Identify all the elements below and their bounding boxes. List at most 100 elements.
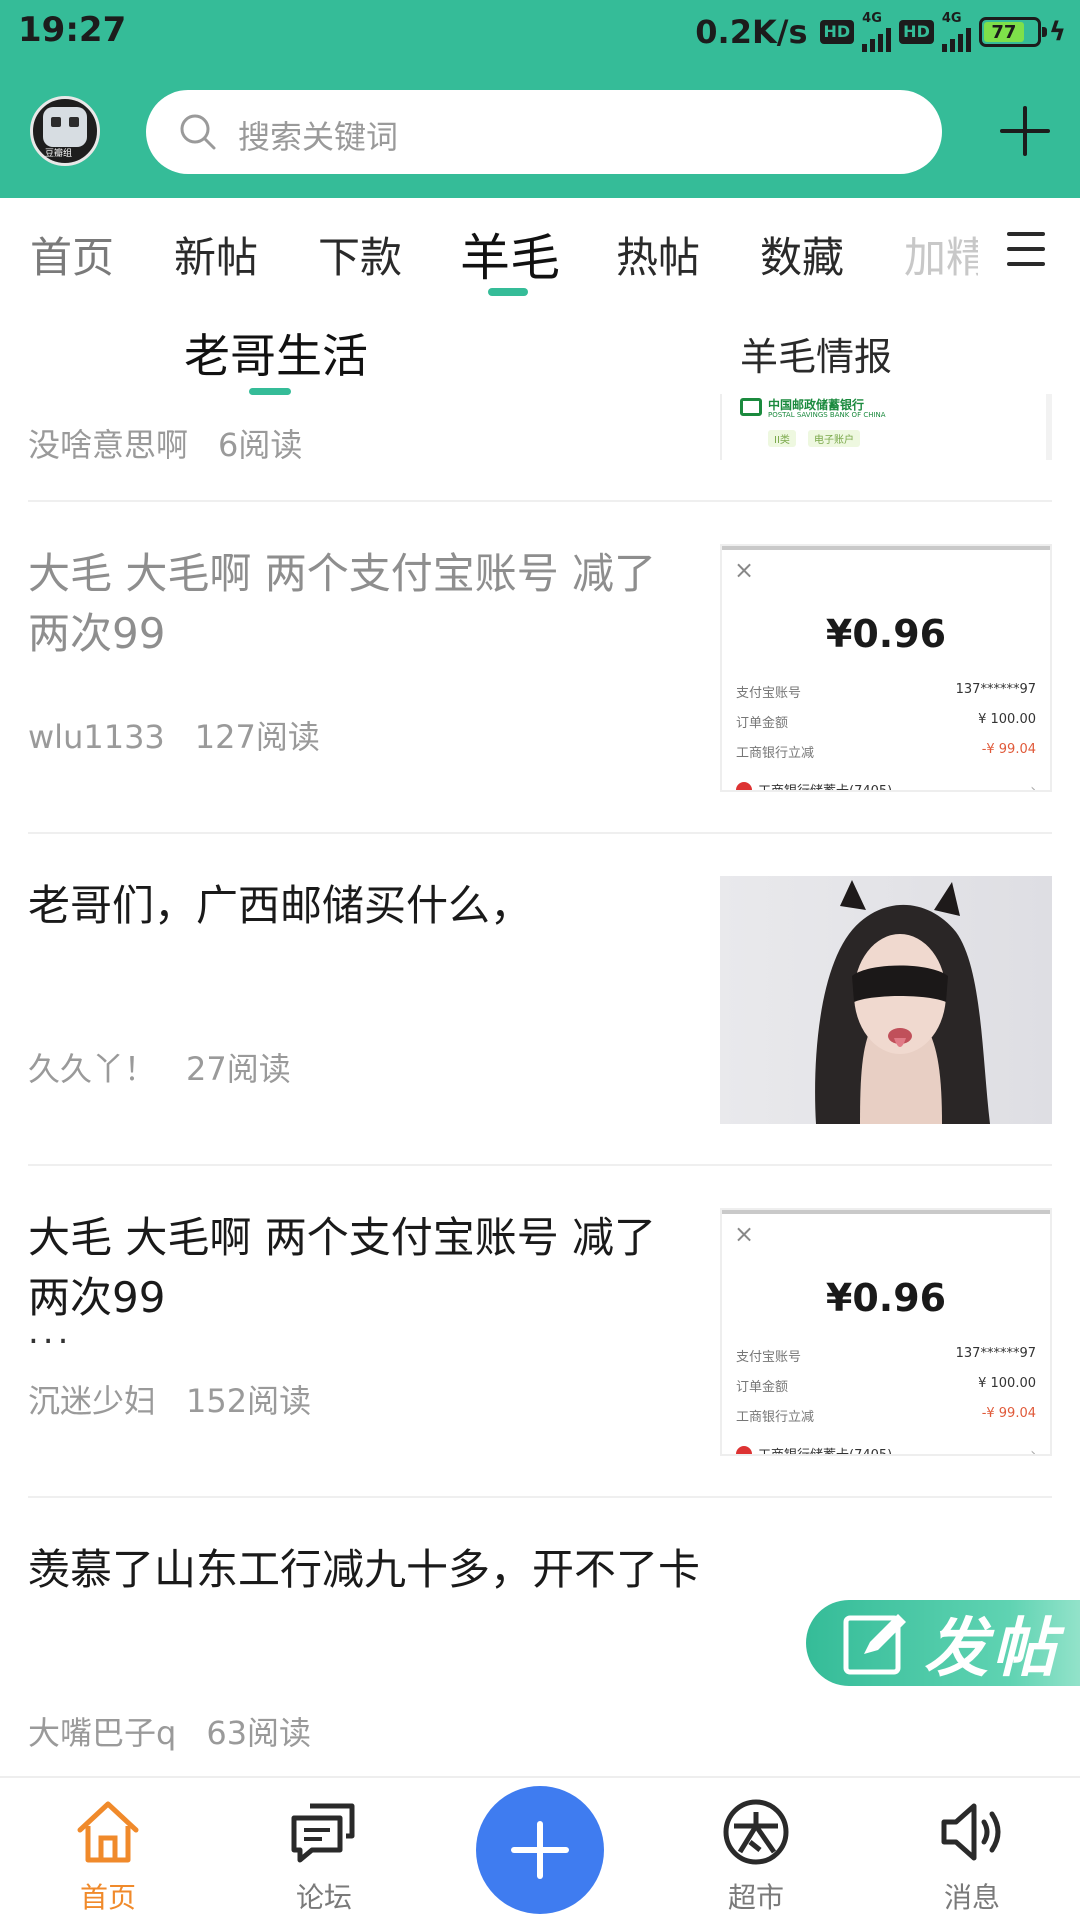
post-meta: 没啥意思啊 6阅读 [28,420,302,466]
close-icon: × [734,1220,755,1248]
hd-icon: HD [899,20,934,44]
receipt-row: 订单金额 ¥ 100.00 [736,1376,1036,1395]
postal-bank-en: POSTAL SAVINGS BANK OF CHINA [768,411,886,419]
chevron-right-icon: › [1030,1445,1036,1456]
new-post-button[interactable]: 发帖 [806,1600,1080,1686]
search-input[interactable]: 搜索关键词 [146,90,942,174]
receipt-bank: 工商银行储蓄卡(7405) › [736,780,1036,792]
subtab-brother-life[interactable]: 老哥生活 [184,320,368,386]
receipt-row: 支付宝账号 137******97 [736,682,1036,701]
status-indicators: 0.2K/s HD 4G HD 4G 77 ϟ [695,10,1066,54]
payment-receipt: × ¥0.96 支付宝账号 137******97 订单金额 ¥ 100.00 工商… [722,546,1050,790]
new-post-label: 发帖 [924,1611,1060,1686]
main-tab-bar: 首页 新帖 下款 羊毛 热帖 数藏 加精 [0,198,1080,302]
post-thumbnail: 中国邮政储蓄银行 POSTAL SAVINGS BANK OF CHINA II… [720,394,1052,460]
close-icon: × [734,556,755,584]
status-bar: 19:27 0.2K/s HD 4G HD 4G 77 ϟ [0,0,1080,64]
charging-icon: ϟ [1048,17,1066,47]
chevron-right-icon: › [1030,781,1036,792]
post-title: 老哥们，广西邮储买什么， [28,881,533,930]
list-item[interactable]: 大毛 大毛啊 两个支付宝账号 减了两次99 wlu1133 127阅读 × ¥0.… [0,502,1080,834]
forum-icon [291,1803,355,1863]
nav-messages-label: 消息 [943,1881,1000,1914]
post-thumbnail: × ¥0.96 支付宝账号 137******97 订单金额 ¥ 100.00 工商… [720,544,1052,792]
nav-messages[interactable]: 消息 [902,1796,1042,1916]
receipt-row: 支付宝账号 137******97 [736,1346,1036,1365]
tab-new-posts[interactable]: 新帖 [174,224,258,285]
avatar-caption: 豆瓣组 [45,149,73,159]
tab-home[interactable]: 首页 [30,224,114,285]
signal-icon: 4G [941,11,971,52]
post-meta: 沉迷少妇 152阅读 [28,1376,311,1422]
market-icon [723,1799,789,1865]
post-meta: 久久丫！ 27阅读 [28,1044,291,1090]
post-meta: wlu1133 127阅读 [28,712,320,758]
list-item[interactable]: 大毛 大毛啊 两个支付宝账号 减了两次99 ... 沉迷少妇 152阅读 × ¥0… [0,1166,1080,1498]
search-icon [180,114,216,150]
nav-market[interactable]: 超市 [686,1796,826,1916]
post-title: 羡慕了山东工行减九十多，开不了卡 [28,1545,701,1594]
post-thumbnail: × ¥0.96 支付宝账号 137******97 订单金额 ¥ 100.00 工商… [720,1208,1052,1456]
postal-bank-logo [740,398,762,416]
search-placeholder: 搜索关键词 [238,118,399,156]
tab-hot-posts[interactable]: 热帖 [616,224,700,285]
status-time: 19:27 [18,10,127,50]
post-title: 大毛 大毛啊 两个支付宝账号 减了两次99 [28,1213,657,1322]
receipt-bank: 工商银行储蓄卡(7405) › [736,1444,1036,1456]
app-header: 豆瓣组 搜索关键词 [0,64,1080,198]
tab-collectibles[interactable]: 数藏 [760,224,844,285]
payment-receipt: × ¥0.96 支付宝账号 137******97 订单金额 ¥ 100.00 工商… [722,1210,1050,1454]
post-photo [720,876,1052,1124]
post-reads: 127阅读 [194,718,320,756]
home-icon [77,1801,139,1863]
add-icon[interactable] [998,104,1052,158]
tab-indicator [488,288,528,296]
post-title: 大毛 大毛啊 两个支付宝账号 减了两次99 [28,549,657,658]
battery-level: 77 [983,22,1024,43]
list-item[interactable]: 老哥们，广西邮储买什么， 久久丫！ 27阅读 [0,834,1080,1166]
post-author: 久久丫！ [28,1050,157,1088]
avatar[interactable]: 豆瓣组 [30,96,100,166]
icbc-logo-icon [736,781,752,790]
avatar-image [43,107,87,147]
network-speed: 0.2K/s [695,13,808,51]
nav-home-label: 首页 [79,1881,136,1914]
nav-forum[interactable]: 论坛 [254,1796,394,1916]
signal-icon: 4G [862,11,892,52]
tab-featured[interactable]: 加精 [904,224,978,285]
account-tag: 电子账户 [808,430,860,447]
post-ellipsis: ... [28,1312,73,1352]
post-feed[interactable]: 没啥意思啊 6阅读 中国邮政储蓄银行 POSTAL SAVINGS BANK OF… [0,394,1080,1776]
nav-forum-label: 论坛 [295,1881,352,1914]
post-author: wlu1133 [28,718,165,756]
post-reads: 63阅读 [206,1714,312,1752]
plus-icon [511,1821,569,1879]
network-type: 4G [941,11,962,26]
post-author: 沉迷少妇 [28,1382,157,1420]
tab-loans[interactable]: 下款 [318,224,402,285]
nav-home[interactable]: 首页 [38,1796,178,1916]
portrait-image [815,880,990,1124]
message-icon [941,1803,1001,1861]
post-reads: 6阅读 [218,426,303,464]
account-tag: II类 [768,430,796,447]
battery-icon: 77 [978,17,1047,47]
network-type: 4G [862,11,882,26]
receipt-row: 工商银行立减 -¥ 99.04 [736,742,1036,761]
icbc-logo-icon [736,1445,752,1454]
menu-icon[interactable] [1007,232,1045,268]
post-reads: 27阅读 [186,1050,291,1088]
tab-deals[interactable]: 羊毛 [460,218,560,290]
edit-icon [843,1614,906,1675]
receipt-row: 工商银行立减 -¥ 99.04 [736,1406,1036,1425]
post-meta: 大嘴巴子q 63阅读 [28,1708,311,1754]
receipt-amount: ¥0.96 [825,1276,947,1320]
subtab-deal-intel[interactable]: 羊毛情报 [740,326,892,381]
post-author: 大嘴巴子q [28,1714,177,1752]
post-reads: 152阅读 [186,1382,312,1420]
receipt-amount: ¥0.96 [825,612,947,656]
center-add-button[interactable] [476,1786,604,1914]
nav-market-label: 超市 [727,1881,784,1914]
list-item[interactable]: 没啥意思啊 6阅读 中国邮政储蓄银行 POSTAL SAVINGS BANK OF… [0,394,1080,502]
receipt-row: 订单金额 ¥ 100.00 [736,712,1036,731]
